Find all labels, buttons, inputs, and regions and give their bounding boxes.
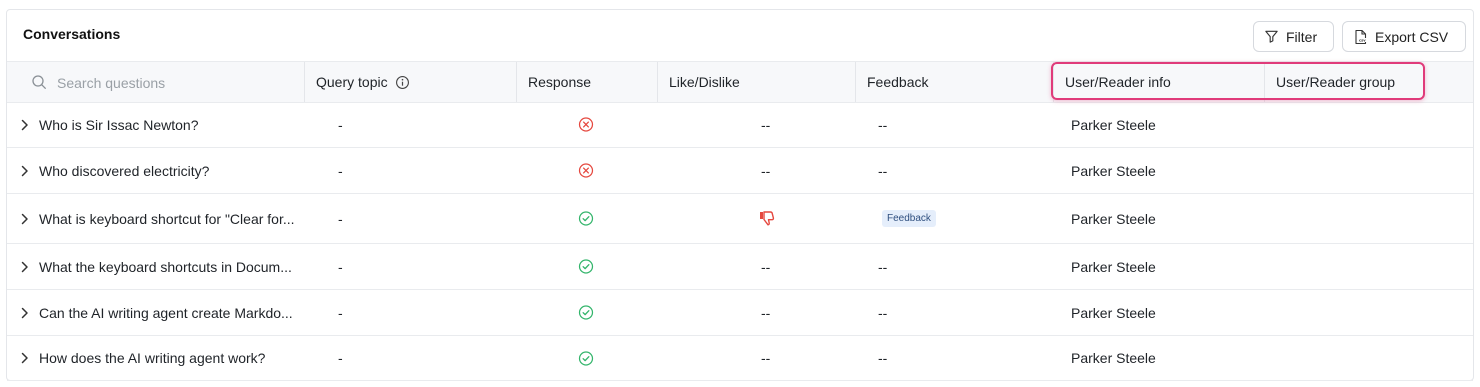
- feedback-cell: --: [878, 304, 888, 321]
- chevron-right-icon[interactable]: [20, 352, 30, 364]
- question-cell[interactable]: Can the AI writing agent create Markdo..…: [20, 290, 320, 335]
- question-cell[interactable]: What is keyboard shortcut for "Clear for…: [20, 194, 320, 243]
- user-info-cell: Parker Steele: [1071, 210, 1156, 227]
- query-topic-cell: -: [338, 304, 343, 321]
- filter-icon: [1265, 30, 1278, 43]
- question-cell[interactable]: What the keyboard shortcuts in Docum...: [20, 244, 320, 289]
- column-user-info[interactable]: User/Reader info: [1053, 62, 1264, 102]
- query-topic-cell: -: [338, 116, 343, 133]
- user-info-cell: Parker Steele: [1071, 258, 1156, 275]
- like-dislike-cell: --: [761, 116, 771, 133]
- user-info-cell: Parker Steele: [1071, 116, 1156, 133]
- feedback-cell: --: [878, 116, 888, 133]
- table-row[interactable]: Who is Sir Issac Newton? - -- -- Parker Stee…: [7, 102, 1473, 148]
- table-row[interactable]: How does the AI writing agent work? - -- --…: [7, 336, 1473, 381]
- search-input[interactable]: [55, 70, 299, 96]
- chevron-right-icon[interactable]: [20, 307, 30, 319]
- column-user-info-label: User/Reader info: [1065, 74, 1171, 90]
- like-dislike-cell: --: [761, 350, 771, 366]
- column-like-dislike-label: Like/Dislike: [669, 74, 740, 90]
- column-like-dislike[interactable]: Like/Dislike: [657, 62, 855, 102]
- feedback-cell: --: [878, 162, 888, 179]
- question-text: What is keyboard shortcut for "Clear for…: [39, 210, 295, 227]
- question-cell[interactable]: Who discovered electricity?: [20, 148, 320, 193]
- conversations-panel: Conversations Filter csv Export CSV Quer…: [6, 9, 1474, 381]
- query-topic-cell: -: [338, 162, 343, 179]
- query-topic-cell: -: [338, 350, 343, 366]
- question-text: Who is Sir Issac Newton?: [39, 116, 199, 133]
- table-header: Query topic Response Like/Dislike Feedba…: [7, 61, 1473, 103]
- panel-title: Conversations: [23, 26, 121, 42]
- table-row[interactable]: What the keyboard shortcuts in Docum... -…: [7, 244, 1473, 290]
- table-row[interactable]: Can the AI writing agent create Markdo..…: [7, 290, 1473, 336]
- search-box[interactable]: [7, 62, 304, 102]
- question-text: Who discovered electricity?: [39, 162, 210, 179]
- user-info-cell: Parker Steele: [1071, 304, 1156, 321]
- query-topic-cell: -: [338, 258, 343, 275]
- info-icon[interactable]: [395, 75, 410, 90]
- user-info-cell: Parker Steele: [1071, 162, 1156, 179]
- chevron-right-icon[interactable]: [20, 261, 30, 273]
- check-circle-icon: [578, 244, 594, 289]
- chevron-right-icon[interactable]: [20, 165, 30, 177]
- column-feedback-label: Feedback: [867, 74, 929, 90]
- column-query-topic-label: Query topic: [316, 74, 388, 90]
- feedback-cell[interactable]: Feedback: [882, 194, 936, 243]
- x-circle-icon: [578, 148, 594, 193]
- feedback-cell: --: [878, 258, 888, 275]
- column-user-group-label: User/Reader group: [1276, 74, 1396, 90]
- feedback-cell: --: [878, 350, 888, 366]
- question-cell[interactable]: How does the AI writing agent work?: [20, 336, 320, 380]
- check-circle-icon: [578, 290, 594, 335]
- query-topic-cell: -: [338, 210, 343, 227]
- svg-text:csv: csv: [1359, 38, 1366, 42]
- filter-button[interactable]: Filter: [1253, 21, 1334, 52]
- column-response[interactable]: Response: [516, 62, 657, 102]
- chevron-right-icon[interactable]: [20, 119, 30, 131]
- question-cell[interactable]: Who is Sir Issac Newton?: [20, 102, 320, 147]
- question-text: Can the AI writing agent create Markdo..…: [39, 304, 293, 321]
- like-dislike-cell: --: [761, 304, 771, 321]
- table-row[interactable]: What is keyboard shortcut for "Clear for…: [7, 194, 1473, 244]
- question-text: How does the AI writing agent work?: [39, 350, 266, 366]
- column-query-topic[interactable]: Query topic: [304, 62, 516, 102]
- column-response-label: Response: [528, 74, 592, 90]
- user-info-cell: Parker Steele: [1071, 350, 1156, 366]
- chevron-right-icon[interactable]: [20, 213, 30, 225]
- filter-button-label: Filter: [1286, 28, 1318, 45]
- column-user-group[interactable]: User/Reader group: [1264, 62, 1473, 102]
- export-csv-button[interactable]: csv Export CSV: [1342, 21, 1466, 52]
- table-row[interactable]: Who discovered electricity? - -- -- Parker S…: [7, 148, 1473, 194]
- export-button-label: Export CSV: [1375, 28, 1449, 45]
- search-icon: [32, 75, 46, 89]
- x-circle-icon: [578, 102, 594, 147]
- csv-file-icon: csv: [1355, 29, 1367, 44]
- like-dislike-cell: --: [761, 162, 771, 179]
- check-circle-icon: [578, 336, 594, 380]
- question-text: What the keyboard shortcuts in Docum...: [39, 258, 292, 275]
- feedback-badge[interactable]: Feedback: [882, 210, 936, 227]
- thumbs-down-icon: [758, 194, 776, 243]
- column-feedback[interactable]: Feedback: [855, 62, 1053, 102]
- like-dislike-cell: --: [761, 258, 771, 275]
- check-circle-icon: [578, 194, 594, 243]
